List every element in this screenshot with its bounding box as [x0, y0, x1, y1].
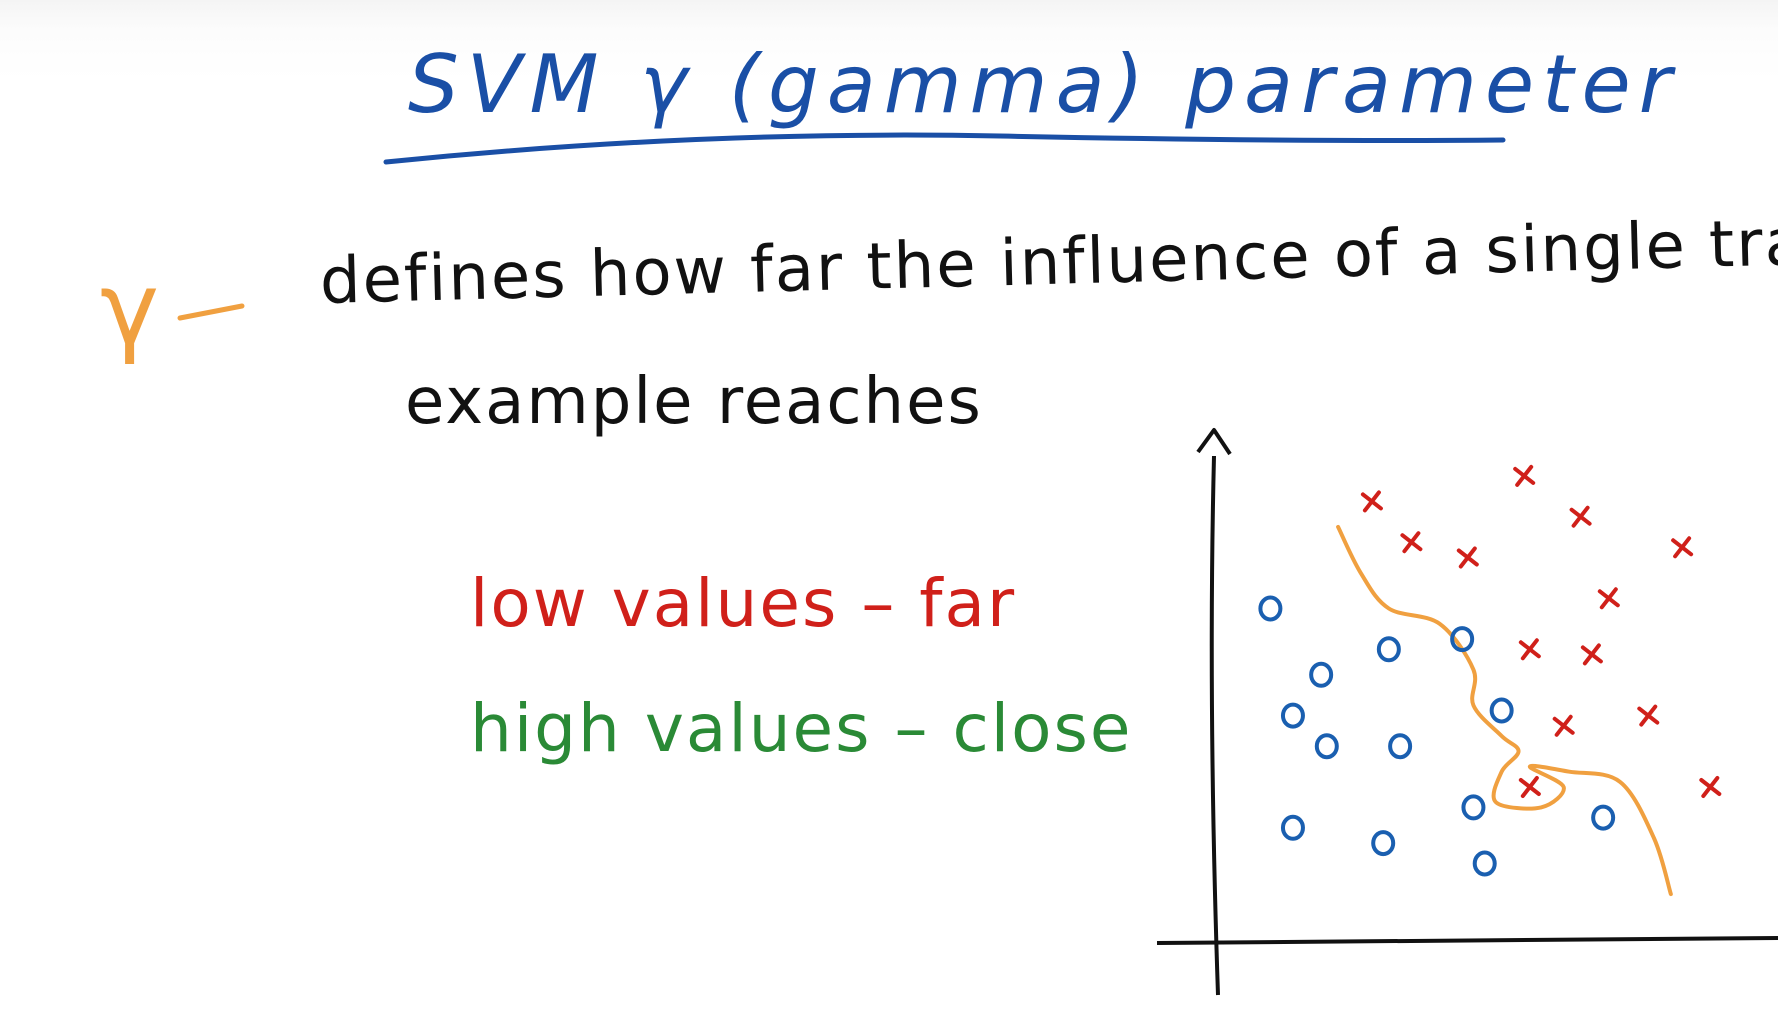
circle-point [1461, 794, 1486, 821]
cross-point [1552, 714, 1575, 737]
title-underline [383, 132, 1506, 165]
cross-point [1597, 587, 1620, 610]
sketch-layer [177, 132, 1778, 996]
gamma-dash [177, 303, 245, 321]
circle-point [1280, 702, 1305, 729]
cross-point [1518, 776, 1541, 798]
cross-point [1513, 464, 1536, 487]
circle-point [1591, 804, 1616, 831]
circle-point [1258, 595, 1283, 622]
circle-point [1376, 636, 1401, 663]
cross-point [1580, 643, 1603, 666]
circle-point [1388, 733, 1413, 760]
y-axis [1209, 455, 1220, 996]
whiteboard: SVM γ (gamma) parameter γ defines how fa… [0, 0, 1778, 1024]
data-points [1258, 464, 1722, 877]
cross-point [1456, 546, 1479, 569]
decision-boundary [1336, 524, 1673, 897]
circle-point [1314, 733, 1339, 760]
cross-point [1671, 536, 1694, 559]
cross-point [1400, 531, 1423, 554]
x-axis [1156, 936, 1778, 945]
circle-point [1280, 814, 1305, 841]
circle-point [1489, 697, 1514, 724]
circle-point [1472, 850, 1497, 877]
scatter-plot [1156, 428, 1778, 996]
cross-point [1637, 704, 1660, 727]
cross-point [1518, 638, 1541, 661]
circle-point [1371, 830, 1396, 857]
cross-point [1699, 776, 1722, 798]
circle-point [1309, 661, 1334, 688]
y-axis-arrow [1196, 428, 1232, 456]
cross-point [1569, 505, 1592, 528]
cross-point [1360, 490, 1383, 513]
